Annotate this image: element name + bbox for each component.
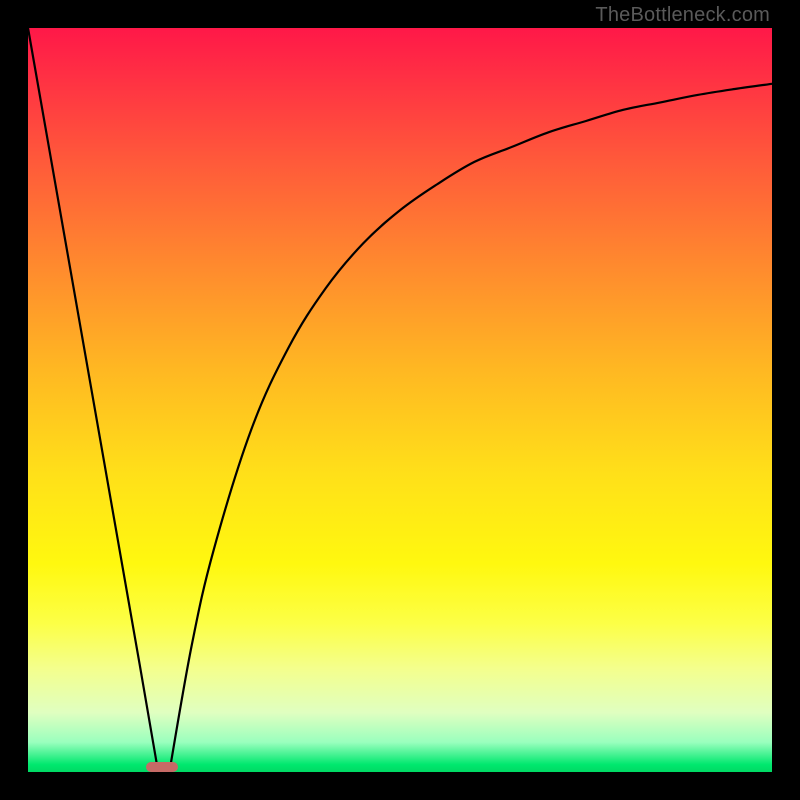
optimal-range-marker: [146, 762, 178, 772]
watermark-label: TheBottleneck.com: [595, 4, 770, 27]
plot-area: [28, 28, 772, 772]
chart-frame: TheBottleneck.com: [0, 0, 800, 800]
curve-layer: [28, 28, 772, 772]
curve-left-branch: [28, 28, 158, 772]
curve-right-branch: [169, 84, 772, 772]
